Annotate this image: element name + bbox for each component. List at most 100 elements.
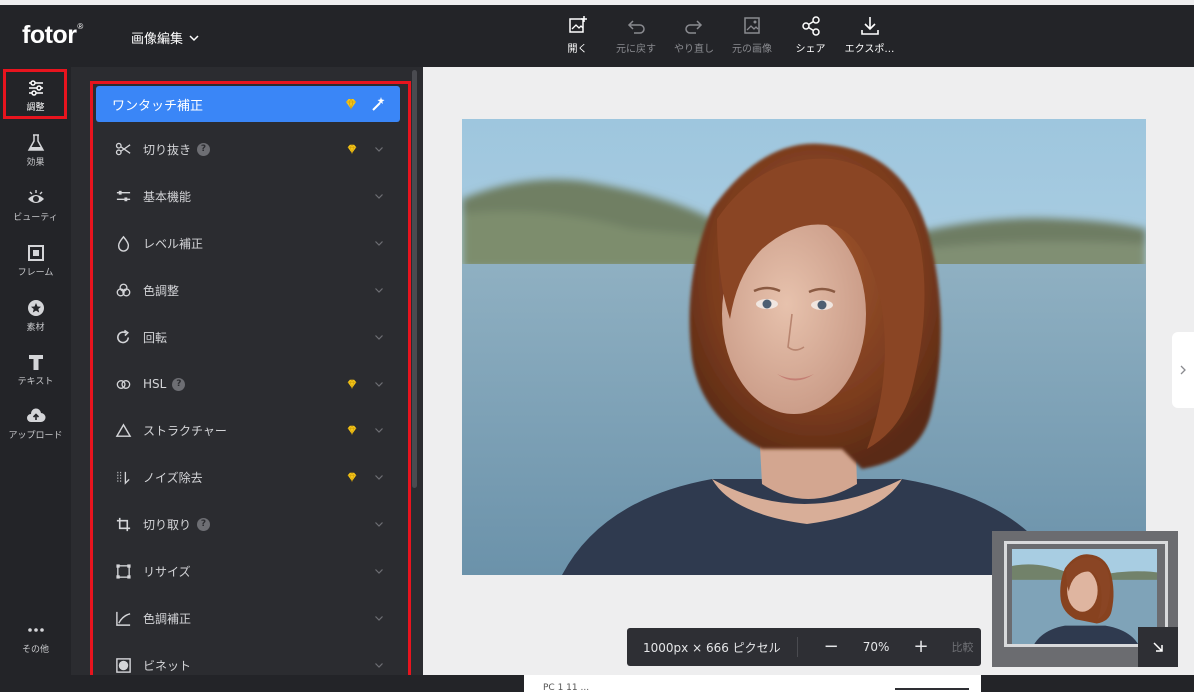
panel-item-curve[interactable]: 色調補正: [96, 598, 400, 638]
original-image-label: 元の画像: [732, 44, 772, 55]
scissors-icon: [114, 140, 132, 158]
original-image-button[interactable]: 元の画像: [723, 15, 781, 55]
crop-icon: [114, 515, 132, 533]
fotor-logo[interactable]: fotor®: [22, 21, 83, 50]
panel-item-label: ノイズ除去: [143, 470, 203, 485]
zoom-divider: [796, 637, 798, 657]
panel-item-drop[interactable]: レベル補正: [96, 223, 400, 263]
panel-item-label: ストラクチャー: [143, 423, 227, 438]
panel-item-label: 色調補正: [143, 611, 192, 626]
zoom-bar: 1000px × 666 ピクセル − 70% + 比較: [627, 628, 981, 666]
rail-item-effects[interactable]: 効果: [0, 133, 71, 168]
rail-highlight-box: [3, 69, 67, 119]
one-tap-enhance-button[interactable]: ワンタッチ補正: [96, 86, 400, 122]
frame-icon: [27, 245, 44, 261]
top-bar: fotor® 画像編集 開く 元に戻す やり直し 元の画像 シェア エクスポ…: [0, 5, 1194, 67]
chevron-down-icon: [375, 382, 383, 387]
export-icon: [860, 17, 879, 35]
panel-item-denoise[interactable]: ノイズ除去: [96, 457, 400, 497]
rail-label-beauty: ビューティ: [13, 213, 58, 223]
arrow-down-right-icon: [1153, 642, 1163, 652]
navigator-thumbnail[interactable]: [1012, 549, 1157, 646]
thumbnail-image: [1012, 549, 1157, 646]
original-image-icon: [744, 17, 760, 34]
panel-item-rotate[interactable]: 回転: [96, 317, 400, 357]
fotor-editor: fotor® 画像編集 開く 元に戻す やり直し 元の画像 シェア エクスポ… …: [0, 0, 1194, 692]
panel-item-label: 色調整: [143, 283, 180, 298]
chevron-down-icon: [375, 335, 383, 340]
curve-icon: [114, 609, 132, 627]
help-icon[interactable]: ?: [197, 517, 211, 531]
premium-gem-icon: [347, 472, 357, 483]
rail-item-frame[interactable]: フレーム: [0, 243, 71, 278]
triangle-icon: [114, 421, 132, 439]
premium-gem-icon: [347, 379, 357, 390]
rail-label-elements: 素材: [26, 323, 45, 333]
rail-label-frame: フレーム: [17, 268, 54, 278]
undo-label: 元に戻す: [616, 44, 656, 55]
panel-item-scissors[interactable]: 切り抜き?: [96, 129, 400, 169]
panel-item-label: 基本機能: [143, 189, 192, 204]
panel-item-label: 切り取り: [143, 517, 192, 532]
panel-item-crop[interactable]: 切り取り?: [96, 504, 400, 544]
panel-item-hsl-rings[interactable]: HSL?: [96, 364, 400, 404]
chevron-down-icon: [375, 616, 383, 621]
undo-icon: [627, 20, 645, 34]
compare-button[interactable]: 比較: [952, 639, 974, 655]
open-button[interactable]: 開く: [548, 15, 607, 55]
panel-scrollbar[interactable]: [412, 70, 417, 488]
export-label: エクスポ…: [844, 44, 895, 55]
zoom-level: 70%: [862, 640, 890, 654]
chevron-right-icon: [1180, 365, 1186, 375]
toolbar: 開く 元に戻す やり直し 元の画像 シェア エクスポ…: [548, 15, 899, 55]
rail-label-effects: 効果: [26, 158, 45, 168]
panel-item-label: 回転: [143, 330, 168, 345]
star-badge-icon: [27, 300, 44, 316]
panel-item-label: 切り抜き: [143, 142, 192, 157]
eye-icon: [27, 190, 44, 203]
rail-item-elements[interactable]: 素材: [0, 298, 71, 333]
panel-item-resize[interactable]: リサイズ: [96, 551, 400, 591]
chevron-down-icon: [375, 147, 383, 152]
redo-button[interactable]: やり直し: [665, 15, 723, 55]
zoom-out-button[interactable]: −: [824, 638, 839, 656]
bottom-banner-text: PC 1 11 ...: [543, 683, 590, 692]
undo-button[interactable]: 元に戻す: [607, 15, 665, 55]
redo-icon: [685, 20, 703, 34]
adjust-sliders-icon: [114, 187, 132, 205]
export-button[interactable]: エクスポ…: [840, 15, 899, 55]
mode-dropdown[interactable]: 画像編集: [131, 28, 199, 47]
chevron-down-icon: [375, 663, 383, 668]
one-tap-label: ワンタッチ補正: [112, 98, 204, 114]
help-icon[interactable]: ?: [172, 377, 186, 391]
zoom-in-button[interactable]: +: [913, 638, 928, 656]
panel-item-color-circles[interactable]: 色調整: [96, 270, 400, 310]
panel-item-label: レベル補正: [143, 236, 204, 251]
share-button[interactable]: シェア: [781, 15, 840, 55]
bottom-banner-button[interactable]: [895, 688, 969, 690]
drop-icon: [114, 234, 132, 252]
premium-gem-icon: [347, 425, 357, 436]
rail-item-upload[interactable]: アップロード: [0, 406, 71, 441]
rail-item-text[interactable]: テキスト: [0, 352, 71, 387]
chevron-down-icon: [375, 194, 383, 199]
chevron-down-icon: [375, 522, 383, 527]
premium-gem-icon: [347, 144, 357, 155]
edited-photo[interactable]: [462, 119, 1146, 575]
open-label: 開く: [567, 44, 588, 55]
share-icon: [801, 16, 820, 36]
color-circles-icon: [114, 281, 132, 299]
expand-right-panel-button[interactable]: [1172, 332, 1194, 408]
portrait-photo-image: [462, 119, 1146, 575]
rail-label-text: テキスト: [17, 377, 54, 387]
navigator-toggle-button[interactable]: [1138, 627, 1178, 667]
mode-label: 画像編集: [131, 32, 184, 47]
rotate-icon: [114, 328, 132, 346]
panel-item-triangle[interactable]: ストラクチャー: [96, 410, 400, 450]
panel-item-adjust-sliders[interactable]: 基本機能: [96, 176, 400, 216]
chevron-down-icon: [375, 288, 383, 293]
rail-label-upload: アップロード: [8, 431, 63, 441]
rail-item-more[interactable]: その他: [0, 620, 71, 655]
help-icon[interactable]: ?: [197, 142, 211, 156]
rail-item-beauty[interactable]: ビューティ: [0, 188, 71, 223]
